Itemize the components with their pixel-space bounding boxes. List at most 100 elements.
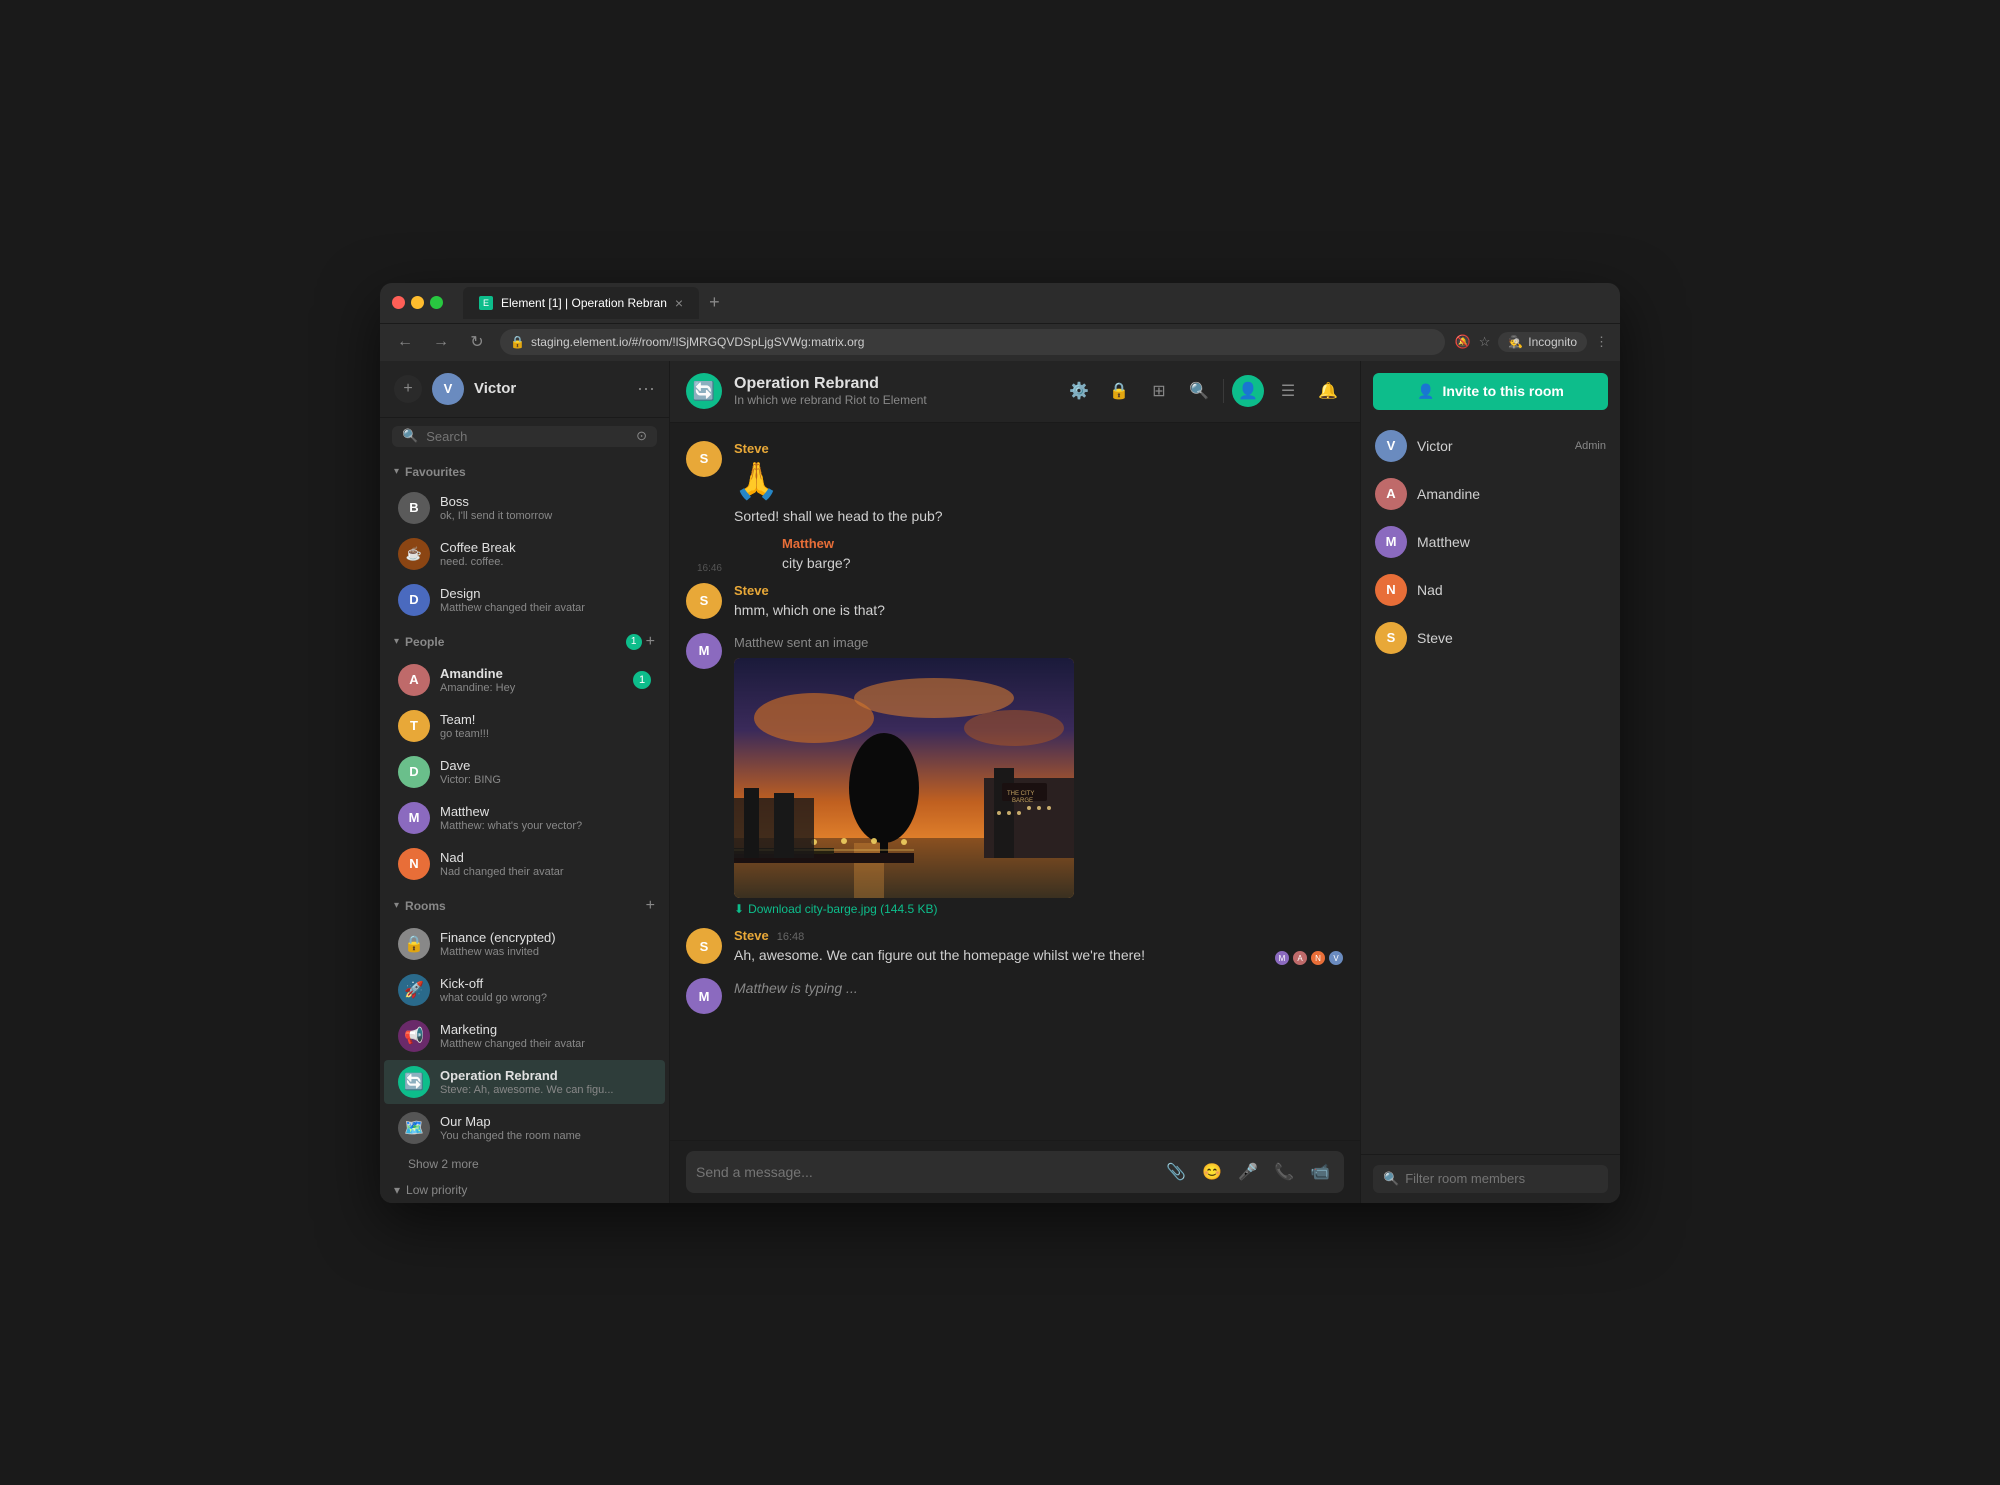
settings-button[interactable]: ⚙️ <box>1063 375 1095 407</box>
reload-button[interactable]: ↻ <box>464 329 490 355</box>
list-item[interactable]: B Boss ok, I'll send it tomorrow <box>384 486 665 530</box>
header-divider <box>1223 379 1224 403</box>
video-button[interactable]: 📹 <box>1306 1158 1334 1186</box>
favourites-chevron: ▾ <box>394 466 399 477</box>
download-link[interactable]: ⬇ Download city-barge.jpg (144.5 KB) <box>734 902 1344 916</box>
address-bar[interactable]: 🔒 staging.element.io/#/room/!lSjMRGQVDSp… <box>500 329 1445 355</box>
invite-button[interactable]: 👤 Invite to this room <box>1373 373 1608 410</box>
rooms-section-header[interactable]: ▾ Rooms + <box>380 891 669 921</box>
right-panel: 👤 Invite to this room V Victor Admin A A… <box>1360 361 1620 1203</box>
avatar: 🔒 <box>398 928 430 960</box>
filter-members-input[interactable] <box>1405 1171 1598 1186</box>
favourites-label: Favourites <box>405 465 655 479</box>
minimize-traffic-light[interactable] <box>411 296 424 309</box>
browser-window: E Element [1] | Operation Rebran × + ← →… <box>380 283 1620 1203</box>
member-item[interactable]: M Matthew <box>1361 518 1620 566</box>
attachment-button[interactable]: 📎 <box>1162 1158 1190 1186</box>
avatar: ☕ <box>398 538 430 570</box>
avatar: B <box>398 492 430 524</box>
list-item[interactable]: 🔒 Finance (encrypted) Matthew was invite… <box>384 922 665 966</box>
chat-header: 🔄 Operation Rebrand In which we rebrand … <box>670 361 1360 423</box>
incognito-badge: 🕵️ Incognito <box>1498 332 1587 352</box>
avatar: N <box>398 848 430 880</box>
low-priority-section[interactable]: ▾ Low priority <box>380 1177 669 1203</box>
list-item[interactable]: 🔄 Operation Rebrand Steve: Ah, awesome. … <box>384 1060 665 1104</box>
message-header: Steve <box>734 441 1344 456</box>
search-input[interactable] <box>426 429 628 444</box>
grid-button[interactable]: ⊞ <box>1143 375 1175 407</box>
rooms-add-button[interactable]: + <box>646 897 655 915</box>
room-name: Kick-off <box>440 976 651 991</box>
list-item[interactable]: M Matthew Matthew: what's your vector? <box>384 796 665 840</box>
add-button[interactable]: + <box>394 375 422 403</box>
filter-input-area: 🔍 <box>1361 1154 1620 1203</box>
reactor-avatar: V <box>1328 950 1344 966</box>
avatar: D <box>398 756 430 788</box>
room-topic: In which we rebrand Riot to Element <box>734 393 1051 407</box>
room-name: Matthew <box>440 804 651 819</box>
list-item[interactable]: A Amandine Amandine: Hey 1 <box>384 658 665 702</box>
member-item[interactable]: S Steve <box>1361 614 1620 662</box>
new-tab-button[interactable]: + <box>701 292 728 313</box>
message-input[interactable] <box>696 1154 1154 1190</box>
message-row: 16:46 Matthew city barge? ↩ ↪ ··· <box>670 533 1360 577</box>
list-item[interactable]: 🗺️ Our Map You changed the room name <box>384 1106 665 1150</box>
bookmark-icon[interactable]: ☆ <box>1479 334 1491 350</box>
member-list-button[interactable]: 👤 <box>1232 375 1264 407</box>
svg-text:THE CITY: THE CITY <box>1007 791 1034 797</box>
call-button[interactable]: 📞 <box>1270 1158 1298 1186</box>
voice-button[interactable]: 🎤 <box>1234 1158 1262 1186</box>
member-item[interactable]: V Victor Admin <box>1361 422 1620 470</box>
search-room-button[interactable]: 🔍 <box>1183 375 1215 407</box>
list-item[interactable]: D Dave Victor: BING <box>384 750 665 794</box>
favourites-section-header[interactable]: ▾ Favourites <box>380 459 669 485</box>
active-tab[interactable]: E Element [1] | Operation Rebran × <box>463 287 699 319</box>
member-item[interactable]: N Nad <box>1361 566 1620 614</box>
list-item[interactable]: T Team! go team!!! <box>384 704 665 748</box>
room-info: Our Map You changed the room name <box>440 1114 651 1142</box>
list-item[interactable]: 📢 Marketing Matthew changed their avatar <box>384 1014 665 1058</box>
lock-button[interactable]: 🔒 <box>1103 375 1135 407</box>
threads-button[interactable]: ☰ <box>1272 375 1304 407</box>
list-item[interactable]: ☕ Coffee Break need. coffee. <box>384 532 665 576</box>
traffic-lights <box>392 296 443 309</box>
list-item[interactable]: 🚀 Kick-off what could go wrong? <box>384 968 665 1012</box>
message-header: Steve 16:48 <box>734 928 1254 943</box>
room-name: Our Map <box>440 1114 651 1129</box>
avatar: S <box>686 928 722 964</box>
typing-text: Matthew is typing ... <box>734 978 1344 999</box>
room-header-icon: 🔄 <box>686 373 722 409</box>
list-item[interactable]: D Design Matthew changed their avatar <box>384 578 665 622</box>
notifications-button[interactable]: 🔔 <box>1312 375 1344 407</box>
user-menu-button[interactable]: ··· <box>637 378 655 399</box>
show-more-button[interactable]: Show 2 more <box>380 1151 669 1177</box>
low-priority-label: Low priority <box>406 1183 467 1197</box>
list-item[interactable]: N Nad Nad changed their avatar <box>384 842 665 886</box>
room-info: Team! go team!!! <box>440 712 651 740</box>
message-group: S Steve 🙏 Sorted! shall we head to the p… <box>670 435 1360 533</box>
user-avatar: V <box>432 373 464 405</box>
member-role: Admin <box>1575 440 1606 452</box>
message-group: S Steve hmm, which one is that? <box>670 577 1360 627</box>
member-item[interactable]: A Amandine <box>1361 470 1620 518</box>
chat-image[interactable]: THE CITY BARGE <box>734 658 1074 898</box>
room-name: Team! <box>440 712 651 727</box>
close-traffic-light[interactable] <box>392 296 405 309</box>
room-name: Design <box>440 586 651 601</box>
search-filter-icon[interactable]: ⊙ <box>636 428 647 444</box>
people-section-header[interactable]: ▾ People 1 + <box>380 627 669 657</box>
room-info: Kick-off what could go wrong? <box>440 976 651 1004</box>
mute-icon[interactable]: 🔕 <box>1455 334 1471 350</box>
forward-button[interactable]: → <box>428 329 454 355</box>
people-add-button[interactable]: + <box>646 633 655 651</box>
maximize-traffic-light[interactable] <box>430 296 443 309</box>
room-info: Dave Victor: BING <box>440 758 651 786</box>
room-name: Boss <box>440 494 651 509</box>
message-text: city barge? <box>782 553 1344 574</box>
room-name: Marketing <box>440 1022 651 1037</box>
chrome-menu-icon[interactable]: ⋮ <box>1595 334 1608 350</box>
tab-close-button[interactable]: × <box>675 295 683 311</box>
message-content: Matthew sent an image <box>734 633 1344 917</box>
emoji-button[interactable]: 😊 <box>1198 1158 1226 1186</box>
back-button[interactable]: ← <box>392 329 418 355</box>
